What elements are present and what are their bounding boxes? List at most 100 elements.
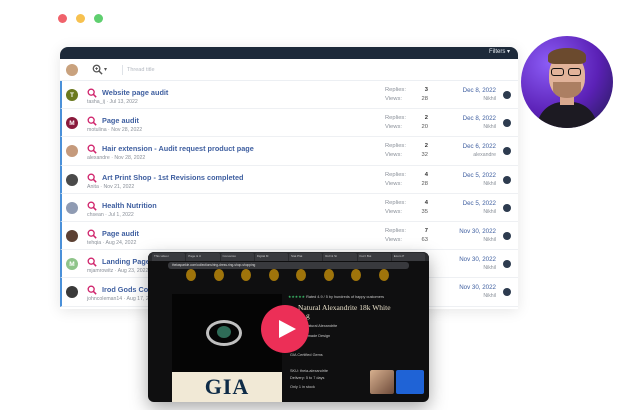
last-post-author[interactable]: Nikhil	[483, 209, 496, 215]
thread-author[interactable]: motulina	[87, 127, 107, 133]
thread-title[interactable]: Health Nutrition	[102, 201, 157, 210]
video-product-title: Natural Alexandrite 18k White	[298, 303, 391, 312]
video-stock: Only 1 in stock	[290, 385, 315, 389]
last-post-author[interactable]: Nikhil	[483, 124, 496, 130]
thread-start-date: Jul 13, 2022	[109, 99, 138, 105]
last-poster-avatar[interactable]	[503, 175, 511, 184]
views-label: Views:	[385, 180, 402, 187]
thread-title[interactable]: Art Print Shop - 1st Revisions completed	[102, 173, 244, 182]
last-poster-avatar[interactable]	[503, 260, 511, 269]
thread-row[interactable]: Page audit tehqia · Aug 24, 2022 Replies: 7…	[60, 221, 518, 251]
thread-title[interactable]: Irod Gods Co	[102, 285, 148, 294]
filters-button[interactable]: Filters ▾	[489, 48, 510, 55]
last-post-date[interactable]: Dec 5, 2022	[463, 172, 496, 179]
thread-title-input[interactable]: Thread title	[122, 64, 155, 75]
audit-search-icon	[87, 229, 97, 239]
play-button[interactable]	[261, 305, 309, 353]
thread-start-date: Nov 28, 2022	[111, 127, 143, 134]
thread-meta: tasha_ij · Jul 13, 2022	[87, 99, 138, 105]
presenter-shoulders	[537, 102, 597, 128]
last-post-author[interactable]: alexandre	[473, 152, 496, 158]
last-post-author[interactable]: Nikhil	[483, 265, 496, 271]
video-feature-3: GIA Certified Gems	[290, 353, 323, 357]
views-count: 35	[421, 208, 428, 215]
last-post-author[interactable]: Nikhil	[483, 237, 496, 243]
video-browser-tab: Page & U	[186, 253, 220, 261]
last-poster-avatar[interactable]	[503, 288, 511, 297]
minimize-dot[interactable]	[76, 14, 85, 23]
thread-row[interactable]: M Page audit motulina · Nov 28, 2022 Replie…	[60, 109, 518, 138]
thread-start-date: Jul 1, 2022	[108, 211, 134, 218]
thread-author[interactable]: chsean	[87, 212, 104, 218]
thread-author[interactable]: alexandre	[87, 155, 110, 161]
audit-search-icon	[87, 201, 97, 211]
replies-label: Replies:	[385, 171, 406, 178]
last-post-date[interactable]: Dec 8, 2022	[463, 115, 496, 122]
last-post-date[interactable]: Nov 30, 2022	[459, 256, 496, 263]
views-label: Views:	[385, 236, 402, 243]
thread-title[interactable]: Website page audit	[102, 88, 168, 97]
presenter-beard	[553, 82, 581, 98]
replies-label: Replies:	[385, 115, 406, 122]
rating-text: Rated 4.9 / 5 by hundreds of happy custo…	[306, 295, 384, 299]
thread-title[interactable]: Page audit	[102, 116, 139, 125]
thread-title[interactable]: Hair extension - Audit request product p…	[102, 144, 254, 153]
video-browser-tab: This video i	[152, 253, 186, 261]
audit-search-icon	[87, 144, 97, 155]
thread-row[interactable]: Hair extension - Audit request product p…	[60, 137, 518, 166]
last-post-author[interactable]: Nikhil	[483, 181, 496, 187]
views-label: Views:	[385, 208, 402, 215]
audit-search-icon	[87, 173, 97, 183]
thread-row[interactable]: Art Print Shop - 1st Revisions completed…	[60, 165, 518, 194]
video-player[interactable]: This video i Page & U Conversio Digital M St…	[148, 252, 429, 402]
thread-author[interactable]: Anita	[87, 184, 99, 190]
last-poster-avatar[interactable]	[503, 231, 511, 240]
thread-title[interactable]: Landing Page	[102, 257, 150, 266]
last-poster-avatar[interactable]	[503, 119, 511, 128]
last-post-author[interactable]: Nikhil	[483, 96, 496, 102]
author-avatar[interactable]	[66, 286, 78, 299]
last-post-date[interactable]: Dec 8, 2022	[463, 87, 496, 94]
presenter-glasses	[551, 68, 583, 76]
close-dot[interactable]	[58, 14, 67, 23]
author-avatar[interactable]	[66, 201, 78, 214]
views-label: Views:	[385, 124, 402, 131]
thread-toolbar: ▾ Thread title	[60, 59, 518, 81]
last-post-date[interactable]: Dec 5, 2022	[463, 200, 496, 207]
views-count: 28	[421, 96, 428, 102]
last-post-date[interactable]: Dec 6, 2022	[463, 143, 496, 150]
last-poster-avatar[interactable]	[503, 147, 511, 156]
author-avatar[interactable]: T	[66, 89, 78, 101]
author-avatar[interactable]	[66, 145, 78, 158]
thread-author[interactable]: mjamrowitz	[87, 268, 113, 274]
audit-search-icon	[87, 116, 97, 126]
author-avatar[interactable]: M	[66, 117, 78, 130]
last-poster-avatar[interactable]	[503, 203, 511, 212]
thread-author[interactable]: tasha_ij	[87, 99, 105, 105]
video-sku: SKU: theia-alexandrite	[290, 369, 328, 373]
thread-author[interactable]: johncoleman14	[87, 296, 122, 302]
current-user-avatar[interactable]	[66, 63, 78, 76]
thread-row[interactable]: Health Nutrition chsean · Jul 1, 2022 Repl…	[60, 193, 518, 222]
maximize-dot[interactable]	[94, 14, 103, 23]
author-avatar[interactable]: M	[66, 258, 78, 271]
badge-icon	[378, 269, 389, 281]
last-post-date[interactable]: Nov 30, 2022	[459, 284, 496, 291]
thread-start-date: Aug 23, 2022	[117, 268, 149, 275]
author-avatar[interactable]	[66, 229, 78, 242]
last-post-date[interactable]: Nov 30, 2022	[459, 228, 496, 235]
last-post-author[interactable]: Nikhil	[483, 293, 496, 299]
thread-start-date: Nov 21, 2022	[103, 183, 135, 190]
audit-search-icon	[87, 257, 97, 267]
badge-icon	[296, 269, 307, 281]
play-icon	[279, 320, 296, 338]
thread-row[interactable]: T Website page audit tasha_ij · Jul 13, 20…	[60, 81, 518, 110]
thread-author[interactable]: tehqia	[87, 240, 101, 246]
thread-type-dropdown[interactable]: ▾	[92, 64, 114, 75]
video-thumbnail	[370, 370, 394, 394]
video-browser-tab: Roll & St	[323, 253, 357, 261]
last-poster-avatar[interactable]	[503, 91, 511, 99]
thread-title[interactable]: Page audit	[102, 229, 139, 238]
author-avatar[interactable]	[66, 173, 78, 186]
views-count: 32	[421, 152, 428, 159]
